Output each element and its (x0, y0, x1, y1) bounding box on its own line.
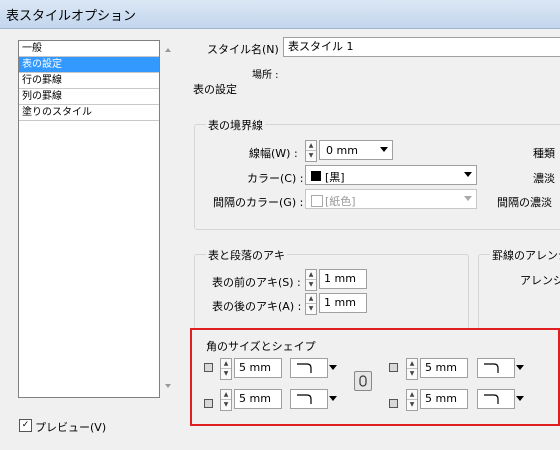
corner-shape-icon (484, 363, 499, 373)
chevron-down-icon (464, 172, 472, 177)
space-before-input[interactable]: 1 mm (319, 269, 367, 289)
title-bar: 表スタイルオプション (0, 0, 560, 29)
space-before-stepper[interactable]: ▲ ▼ (305, 269, 317, 291)
bottom-left-corner-icon (204, 399, 213, 408)
corner-shape-icon (297, 394, 312, 404)
style-name-label: スタイル名(N) : (207, 43, 287, 56)
gap-color-value: [紙色] (325, 195, 356, 208)
paper-swatch-icon (311, 195, 323, 207)
sidebar-item-row-strokes[interactable]: 行の罫線 (19, 73, 159, 89)
window-title: 表スタイルオプション (6, 9, 137, 24)
sidebar-item-table-setup[interactable]: 表の設定 (19, 57, 159, 73)
gap-color-select[interactable]: [紙色] (305, 189, 477, 209)
corner-shape-icon (297, 363, 312, 373)
space-after-label: 表の後のアキ(A) : (212, 300, 302, 313)
table-spacing-group (194, 254, 469, 330)
bottom-right-corner-icon (389, 399, 398, 408)
list-scrollbar[interactable] (160, 40, 176, 396)
preview-checkbox[interactable]: ✓ (19, 419, 32, 432)
arrange-label: アレンジ (520, 274, 560, 287)
corner-group-title: 角のサイズとシェイプ (206, 340, 316, 353)
black-swatch-icon (311, 171, 321, 181)
chevron-down-icon (516, 396, 524, 401)
color-label: カラー(C) : (247, 172, 304, 185)
bottom-left-shape-select[interactable] (290, 389, 328, 409)
chain-link-icon (359, 375, 367, 387)
link-corners-button[interactable] (354, 371, 372, 391)
preview-label: プレビュー(V) (35, 421, 107, 434)
bottom-right-shape-select[interactable] (477, 389, 515, 409)
bottom-left-size-stepper[interactable]: ▲ ▼ (220, 389, 232, 411)
top-left-corner-icon (204, 363, 213, 372)
stroke-arrange-group (478, 254, 560, 330)
sidebar-item-general[interactable]: 一般 (19, 41, 159, 57)
stroke-weight-stepper[interactable]: ▲ ▼ (305, 140, 317, 162)
tint-label: 濃淡 (533, 172, 555, 185)
table-border-group-title: 表の境界線 (206, 117, 265, 133)
sidebar-item-fills[interactable]: 塗りのスタイル (19, 105, 159, 121)
bottom-right-size-input[interactable]: 5 mm (420, 389, 468, 409)
table-spacing-group-title: 表と段落のアキ (206, 247, 287, 263)
color-select[interactable]: [黒] (305, 165, 477, 185)
section-title: 表の設定 (193, 83, 237, 96)
corner-shape-icon (484, 394, 499, 404)
top-left-size-stepper[interactable]: ▲ ▼ (220, 358, 232, 380)
scroll-up-arrow-icon (165, 48, 171, 52)
bottom-left-size-input[interactable]: 5 mm (234, 389, 282, 409)
chevron-down-icon (516, 365, 524, 370)
chevron-down-icon (464, 196, 472, 201)
top-right-corner-icon (389, 363, 398, 372)
stroke-weight-label: 線幅(W) : (249, 147, 298, 160)
scroll-down-arrow-icon (165, 384, 171, 388)
bottom-right-size-stepper[interactable]: ▲ ▼ (406, 389, 418, 411)
stroke-weight-value: 0 mm (326, 144, 358, 157)
top-left-size-input[interactable]: 5 mm (234, 358, 282, 378)
location-label: 場所 : (252, 70, 279, 81)
top-right-size-stepper[interactable]: ▲ ▼ (406, 358, 418, 380)
space-after-stepper[interactable]: ▲ ▼ (305, 293, 317, 315)
gap-tint-label: 間隔の濃淡 (497, 196, 552, 209)
stroke-weight-combo[interactable]: 0 mm (319, 140, 393, 160)
color-value: [黒] (325, 171, 345, 184)
top-left-shape-select[interactable] (290, 358, 328, 378)
chevron-down-icon (329, 365, 337, 370)
chevron-down-icon (329, 396, 337, 401)
chevron-down-icon (380, 147, 388, 152)
style-name-input[interactable]: 表スタイル 1 (283, 37, 560, 57)
gap-color-label: 間隔のカラー(G) : (213, 196, 304, 209)
space-before-label: 表の前のアキ(S) : (212, 276, 301, 289)
top-right-shape-select[interactable] (477, 358, 515, 378)
stroke-arrange-group-title: 罫線のアレンジ (490, 247, 560, 263)
sidebar-item-column-strokes[interactable]: 列の罫線 (19, 89, 159, 105)
type-label: 種類 (533, 147, 555, 160)
category-list: 一般 表の設定 行の罫線 列の罫線 塗りのスタイル (18, 40, 160, 398)
space-after-input[interactable]: 1 mm (319, 293, 367, 313)
top-right-size-input[interactable]: 5 mm (420, 358, 468, 378)
